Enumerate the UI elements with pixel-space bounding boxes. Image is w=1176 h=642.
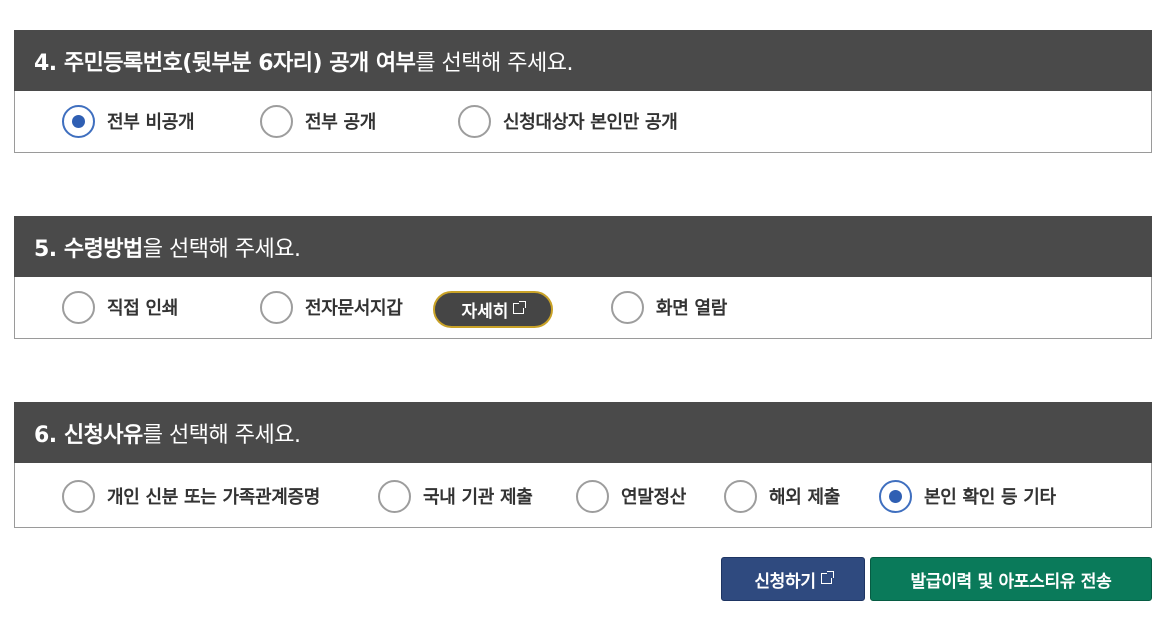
radio-button[interactable] xyxy=(62,104,95,138)
radio-label: 본인 확인 등 기타 xyxy=(924,487,1056,508)
radio-label: 개인 신분 또는 가족관계증명 xyxy=(107,487,321,508)
radio-option-identity-family[interactable]: 개인 신분 또는 가족관계증명 xyxy=(62,479,320,513)
radio-option-applicant-only[interactable]: 신청대상자 본인만 공개 xyxy=(458,104,678,138)
radio-option-direct-print[interactable]: 직접 인쇄 xyxy=(62,290,178,324)
section-title-strong: 4. 주민등록번호(뒷부분 6자리) 공개 여부 xyxy=(34,50,416,76)
radio-button[interactable] xyxy=(378,479,411,513)
radio-button[interactable] xyxy=(458,104,491,138)
section-rrn-disclosure: 4. 주민등록번호(뒷부분 6자리) 공개 여부 를 선택해 주세요. 전부 비공… xyxy=(14,30,1152,153)
section-title: 6. 신청사유 를 선택해 주세요. xyxy=(14,402,1152,463)
radio-label: 해외 제출 xyxy=(769,487,841,508)
radio-label: 국내 기관 제출 xyxy=(423,487,533,508)
radio-label: 전부 비공개 xyxy=(107,112,195,133)
section-title: 5. 수령방법 을 선택해 주세요. xyxy=(14,216,1152,277)
radio-option-year-end-tax[interactable]: 연말정산 xyxy=(576,479,686,513)
radio-button[interactable] xyxy=(62,290,95,324)
section-receive-method: 5. 수령방법 을 선택해 주세요. 직접 인쇄 전자문서지갑 자세히 화면 열람 xyxy=(14,216,1152,339)
radio-label: 신청대상자 본인만 공개 xyxy=(503,112,678,133)
radio-button[interactable] xyxy=(724,479,757,513)
radio-option-e-wallet[interactable]: 전자문서지갑 xyxy=(260,290,403,324)
radio-label: 화면 열람 xyxy=(656,298,728,319)
apply-button[interactable]: 신청하기 xyxy=(721,557,865,601)
section-title-strong: 5. 수령방법 xyxy=(34,236,143,262)
send-apostille-button[interactable]: 발급이력 및 아포스티유 전송 xyxy=(870,557,1152,601)
radio-option-overseas[interactable]: 해외 제출 xyxy=(724,479,840,513)
radio-label: 전자문서지갑 xyxy=(305,298,403,319)
option-group: 직접 인쇄 전자문서지갑 자세히 화면 열람 xyxy=(14,277,1152,339)
radio-option-other[interactable]: 본인 확인 등 기타 xyxy=(879,479,1056,513)
apply-button-label: 신청하기 xyxy=(754,571,816,592)
radio-button[interactable] xyxy=(260,290,293,324)
radio-label: 직접 인쇄 xyxy=(107,298,179,319)
radio-button[interactable] xyxy=(879,479,912,513)
option-group: 전부 비공개 전부 공개 신청대상자 본인만 공개 xyxy=(14,91,1152,153)
option-group: 개인 신분 또는 가족관계증명 국내 기관 제출 연말정산 해외 제출 본인 확… xyxy=(14,463,1152,528)
external-link-icon xyxy=(513,301,527,314)
section-reason: 6. 신청사유 를 선택해 주세요. 개인 신분 또는 가족관계증명 국내 기관 … xyxy=(14,402,1152,528)
radio-button[interactable] xyxy=(260,104,293,138)
section-title-rest: 를 선택해 주세요. xyxy=(142,422,301,448)
section-title-rest: 을 선택해 주세요. xyxy=(142,236,301,262)
radio-button[interactable] xyxy=(611,290,644,324)
send-button-label: 발급이력 및 아포스티유 전송 xyxy=(910,571,1112,592)
detail-button[interactable]: 자세히 xyxy=(433,291,553,328)
section-title-strong: 6. 신청사유 xyxy=(34,422,143,448)
detail-button-label: 자세히 xyxy=(461,302,509,322)
section-title-rest: 를 선택해 주세요. xyxy=(415,50,573,76)
radio-option-all-private[interactable]: 전부 비공개 xyxy=(62,104,195,138)
section-title: 4. 주민등록번호(뒷부분 6자리) 공개 여부 를 선택해 주세요. xyxy=(14,30,1152,91)
external-link-icon xyxy=(820,570,834,584)
radio-label: 연말정산 xyxy=(621,487,687,508)
radio-option-domestic-agency[interactable]: 국내 기관 제출 xyxy=(378,479,533,513)
radio-label: 전부 공개 xyxy=(305,112,377,133)
radio-option-screen-view[interactable]: 화면 열람 xyxy=(611,290,727,324)
radio-button[interactable] xyxy=(62,479,95,513)
radio-option-all-public[interactable]: 전부 공개 xyxy=(260,104,376,138)
radio-button[interactable] xyxy=(576,479,609,513)
